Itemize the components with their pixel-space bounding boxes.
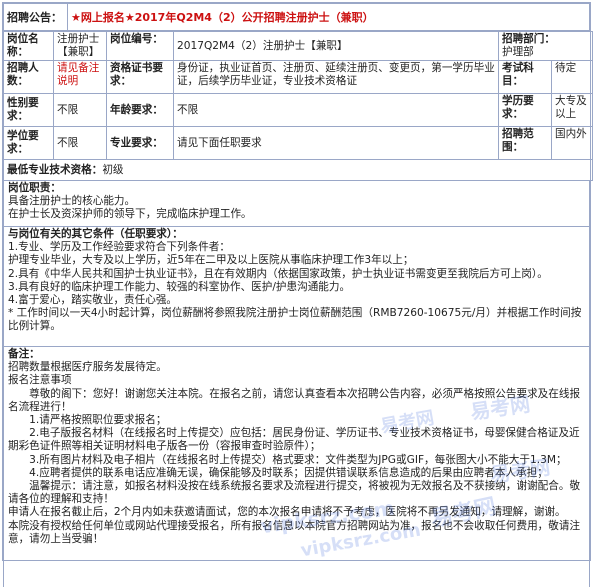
edu-label: 学历要求： bbox=[498, 93, 552, 127]
count-label: 招聘人数： bbox=[3, 60, 54, 94]
qualification-row: 最低专业技术资格：初级 bbox=[3, 159, 593, 181]
exam-label: 考试科目： bbox=[498, 60, 552, 94]
notes-title: 备注： bbox=[8, 348, 40, 360]
announcement-label: 招聘公告： bbox=[3, 3, 68, 31]
notes-line: 报名注意事项 bbox=[8, 374, 72, 387]
scope-value: 国内外 bbox=[551, 126, 593, 160]
conditions-line: * 工作时间以一天4小时起计算，岗位薪酬将参照我院注册护士岗位薪酬范围（RMB7… bbox=[8, 307, 582, 333]
notes-line: 3.所有图片材料及电子相片（在线报名时上传提交）格式要求：文件类型为JPG或GI… bbox=[8, 453, 567, 466]
dept-label: 招聘部门： bbox=[502, 33, 555, 45]
qualification-label: 最低专业技术资格： bbox=[7, 163, 103, 176]
notes-line: 本院没有授权给任何单位或网站代理接受报名，所有报名信息以本院官方招聘网站为准，报… bbox=[8, 519, 581, 545]
conditions-title: 与岗位有关的其它条件（任职要求）： bbox=[8, 228, 183, 240]
count-value: 请见备注说明 bbox=[53, 60, 107, 94]
major-label: 专业要求： bbox=[106, 126, 174, 160]
gender-value: 不限 bbox=[53, 93, 107, 127]
post-code-label: 岗位编号： bbox=[106, 31, 174, 61]
edu-value: 大专及以上 bbox=[551, 93, 593, 127]
announcement-title: ★网上报名★2017年Q2M4（2）公开招聘注册护士（兼职） bbox=[67, 3, 590, 31]
notes-line: 温馨提示：请注意，如报名材料没按在线系统报名要求及流程进行提交，将被视为无效报名… bbox=[8, 480, 581, 506]
conditions-line: 3.具有良好的临床护理工作能力、较强的科室协作、医护/护患沟通能力。 bbox=[8, 280, 351, 293]
cert-label: 资格证书要求： bbox=[106, 60, 174, 94]
age-label: 年龄要求： bbox=[106, 93, 174, 127]
cert-value: 身份证，执业证首页、注册页、延续注册页、变更页，第一学历毕业证，后续学历毕业证，… bbox=[173, 60, 499, 94]
duties-section: 岗位职责： 具备注册护士的核心能力。 在护士长及资深护师的领导下，完成临床护理工… bbox=[3, 181, 590, 227]
notes-section: 备注： 招聘数量根据医疗服务发展待定。 报名注意事项 尊敬的阁下：您好！谢谢您关… bbox=[3, 347, 590, 587]
dept-cell: 招聘部门： 护理部 bbox=[498, 31, 593, 61]
qualification-value: 初级 bbox=[102, 163, 124, 176]
dept-value: 护理部 bbox=[502, 46, 534, 58]
conditions-section: 与岗位有关的其它条件（任职要求）： 1.专业、学历及工作经验要求符合下列条件者：… bbox=[3, 227, 590, 347]
notes-line: 尊敬的阁下：您好！谢谢您关注本院。在报名之前，请您认真查看本次招聘公告内容，必须… bbox=[8, 387, 581, 413]
degree-value: 不限 bbox=[53, 126, 107, 160]
notes-line: 2.电子版报名材料（在线报名时上传提交）应包括：居民身份证、学历证书、专业技术资… bbox=[8, 427, 580, 453]
post-code-value: 2017Q2M4（2）注册护士【兼职】 bbox=[173, 31, 499, 61]
info-table: 岗位名称： 注册护士【兼职】 岗位编号： 2017Q2M4（2）注册护士【兼职】… bbox=[3, 31, 593, 181]
conditions-line: 1.专业、学历及工作经验要求符合下列条件者： bbox=[8, 241, 230, 254]
scope-label: 招聘范围： bbox=[498, 126, 552, 160]
duties-title: 岗位职责： bbox=[8, 182, 61, 194]
age-value: 不限 bbox=[173, 93, 499, 127]
notes-line: 申请人在报名截止后，2个月内如未获邀请面试，您的本次报名申请将不予考虑，医院将不… bbox=[8, 506, 566, 519]
header-table: 招聘公告： ★网上报名★2017年Q2M4（2）公开招聘注册护士（兼职） bbox=[3, 3, 590, 31]
conditions-line: 4.富于爱心，踏实敬业，责任心强。 bbox=[8, 294, 178, 307]
notes-line: 4.应聘者提供的联系电话应准确无误，确保能够及时联系；因提供错误联系信息造成的后… bbox=[8, 466, 548, 479]
notes-line: 1.请严格按照职位要求报名； bbox=[8, 414, 167, 427]
duties-line: 在护士长及资深护师的领导下，完成临床护理工作。 bbox=[8, 208, 252, 221]
job-posting-panel: 招聘公告： ★网上报名★2017年Q2M4（2）公开招聘注册护士（兼职） 岗位名… bbox=[2, 2, 593, 587]
post-name-value: 注册护士【兼职】 bbox=[53, 31, 107, 61]
conditions-line: 2.具有《中华人民共和国护士执业证书》，且在有效期内（依据国家政策，护士执业证书… bbox=[8, 267, 548, 280]
conditions-line: 护理专业毕业，大专及以上学历，近5年在二甲及以上医院从事临床护理工作3年以上； bbox=[8, 254, 414, 267]
exam-value: 待定 bbox=[551, 60, 593, 94]
duties-line: 具备注册护士的核心能力。 bbox=[8, 195, 136, 208]
post-name-label: 岗位名称： bbox=[3, 31, 54, 61]
notes-line: 招聘数量根据医疗服务发展待定。 bbox=[8, 361, 167, 374]
gender-label: 性别要求： bbox=[3, 93, 54, 127]
major-value: 请见下面任职要求 bbox=[173, 126, 499, 160]
degree-label: 学位要求： bbox=[3, 126, 54, 160]
